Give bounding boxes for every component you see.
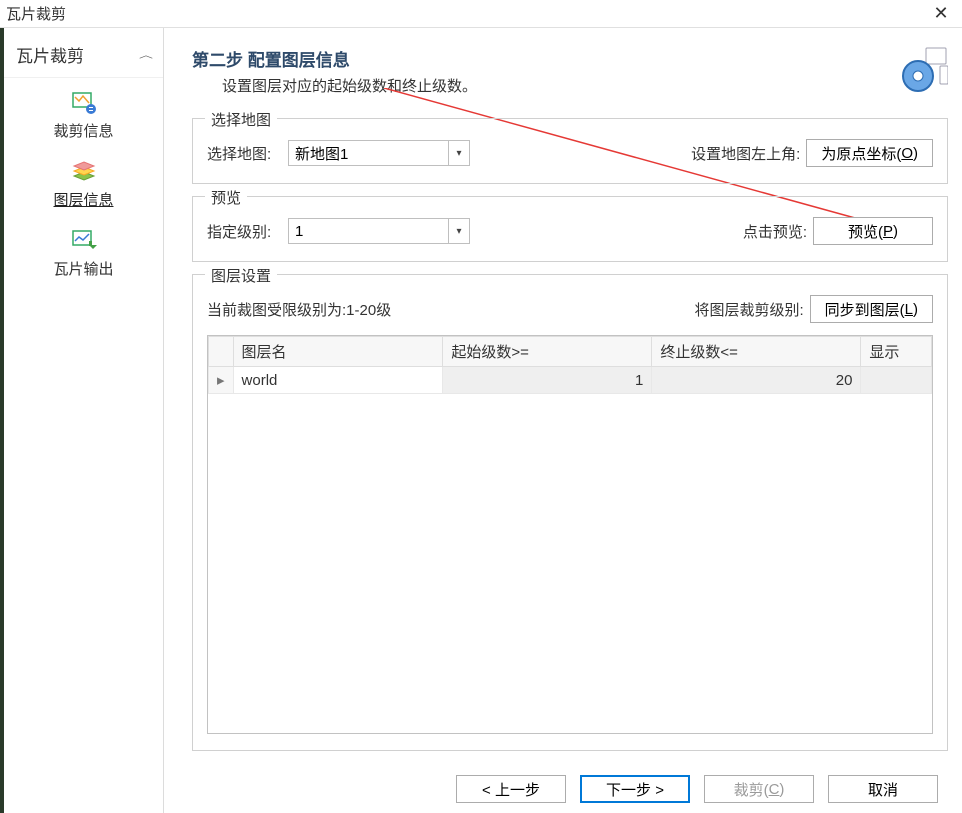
- sidebar-item-layer-info[interactable]: 图层信息: [4, 153, 163, 222]
- set-origin-button[interactable]: 为原点坐标(O): [806, 139, 933, 167]
- row-handle[interactable]: ▸: [209, 367, 234, 394]
- cancel-button[interactable]: 取消: [828, 775, 938, 803]
- close-icon[interactable]: ✕: [926, 3, 956, 24]
- legend-preview: 预览: [205, 187, 247, 208]
- sidebar: 瓦片裁剪 ︿ 裁剪信息 图层信息 瓦片输出: [4, 28, 164, 813]
- next-button[interactable]: 下一步 >: [580, 775, 690, 803]
- step-header: 第二步 配置图层信息 设置图层对应的起始级数和终止级数。: [192, 46, 948, 96]
- legend-map: 选择地图: [205, 109, 277, 130]
- dropdown-icon[interactable]: ▾: [448, 218, 470, 244]
- map-label: 选择地图:: [207, 143, 282, 164]
- content-body: 选择地图 选择地图: ▾ 设置地图左上角: 为原点坐标(O) 预览: [192, 96, 948, 757]
- table-header-row: 图层名 起始级数>= 终止级数<= 显示: [209, 337, 932, 367]
- crop-info-icon: [4, 88, 163, 118]
- sync-label: 将图层裁剪级别:: [694, 299, 803, 320]
- layer-grid[interactable]: 图层名 起始级数>= 终止级数<= 显示 ▸ world 1 2: [207, 335, 933, 734]
- preview-button[interactable]: 预览(P): [813, 217, 933, 245]
- sidebar-header[interactable]: 瓦片裁剪 ︿: [4, 28, 163, 78]
- col-show[interactable]: 显示: [861, 337, 932, 367]
- legend-layer: 图层设置: [205, 265, 277, 286]
- content: 第二步 配置图层信息 设置图层对应的起始级数和终止级数。 选择地图 选择地图: …: [164, 28, 962, 813]
- wizard-footer: < 上一步 下一步 > 裁剪(C) 取消: [192, 757, 948, 803]
- step-title: 第二步 配置图层信息: [192, 46, 900, 71]
- sync-button[interactable]: 同步到图层(L): [810, 295, 933, 323]
- table-corner: [209, 337, 234, 367]
- cell-name[interactable]: world: [233, 367, 443, 394]
- sidebar-item-crop-info[interactable]: 裁剪信息: [4, 84, 163, 153]
- crop-button: 裁剪(C): [704, 775, 814, 803]
- main-layout: 瓦片裁剪 ︿ 裁剪信息 图层信息 瓦片输出 第二步 配置图层信息 设: [0, 28, 962, 813]
- disc-icon: [900, 46, 948, 94]
- chevron-up-icon: ︿: [139, 49, 153, 61]
- level-combo[interactable]: ▾: [288, 218, 470, 244]
- fieldset-preview: 预览 指定级别: ▾ 点击预览: 预览(P): [192, 196, 948, 262]
- col-end[interactable]: 终止级数<=: [652, 337, 861, 367]
- cell-start[interactable]: 1: [443, 367, 652, 394]
- fieldset-layer: 图层设置 当前裁图受限级别为:1-20级 将图层裁剪级别: 同步到图层(L): [192, 274, 948, 751]
- level-input[interactable]: [288, 218, 448, 244]
- tile-output-icon: [4, 226, 163, 256]
- click-preview-label: 点击预览:: [743, 221, 807, 242]
- step-subtitle: 设置图层对应的起始级数和终止级数。: [192, 75, 900, 96]
- col-start[interactable]: 起始级数>=: [443, 337, 652, 367]
- map-input[interactable]: [288, 140, 448, 166]
- sidebar-title: 瓦片裁剪: [16, 42, 84, 67]
- titlebar: 瓦片裁剪 ✕: [0, 0, 962, 28]
- sidebar-item-label: 裁剪信息: [53, 120, 113, 141]
- window-title: 瓦片裁剪: [6, 3, 926, 24]
- map-combo[interactable]: ▾: [288, 140, 470, 166]
- fieldset-map: 选择地图 选择地图: ▾ 设置地图左上角: 为原点坐标(O): [192, 118, 948, 184]
- sidebar-item-label: 瓦片输出: [53, 258, 113, 279]
- back-button[interactable]: < 上一步: [456, 775, 566, 803]
- corner-label: 设置地图左上角:: [691, 143, 800, 164]
- sidebar-item-tile-output[interactable]: 瓦片输出: [4, 222, 163, 291]
- cell-end[interactable]: 20: [652, 367, 861, 394]
- cell-show[interactable]: [861, 367, 932, 394]
- layer-info-icon: [4, 157, 163, 187]
- table-row[interactable]: ▸ world 1 20: [209, 367, 932, 394]
- level-label: 指定级别:: [207, 221, 282, 242]
- dropdown-icon[interactable]: ▾: [448, 140, 470, 166]
- sidebar-item-label: 图层信息: [53, 189, 113, 210]
- col-name[interactable]: 图层名: [233, 337, 443, 367]
- limit-text: 当前裁图受限级别为:1-20级: [207, 299, 391, 320]
